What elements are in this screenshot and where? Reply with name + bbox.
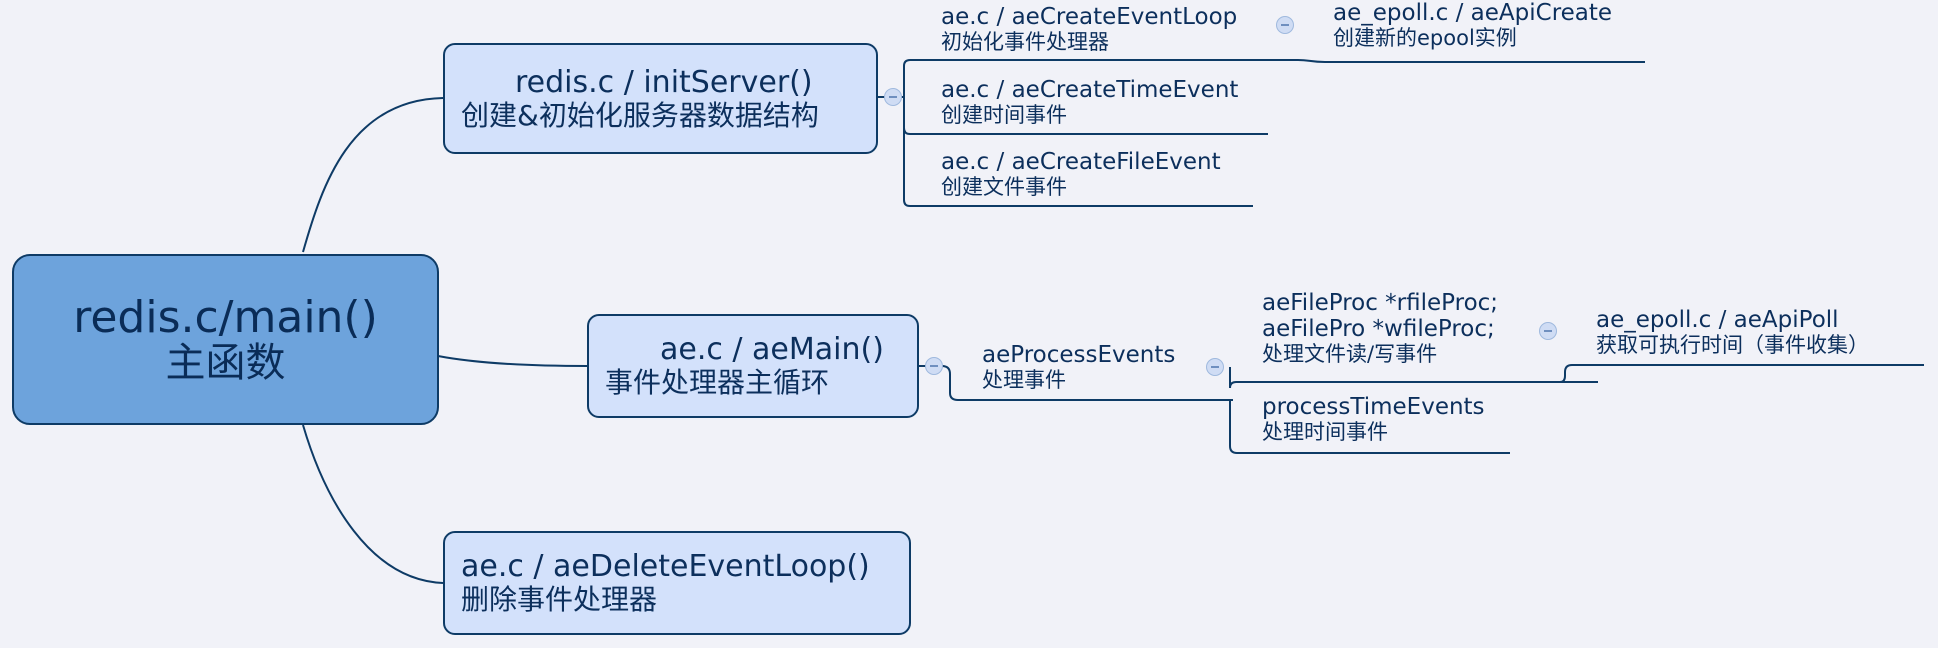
delete-event-loop-subtitle: 删除事件处理器 (461, 583, 658, 616)
root-node[interactable]: redis.c/main() 主函数 (12, 254, 439, 425)
root-title: redis.c/main() (73, 291, 378, 343)
delete-event-loop-title: ae.c / aeDeleteEventLoop() (461, 549, 870, 584)
create-time-event-subtitle: 创建时间事件 (941, 103, 1067, 127)
api-poll-title: ae_epoll.c / aeApiPoll (1596, 307, 1839, 333)
connector-apipoll (1559, 364, 1924, 383)
create-time-event-topic[interactable]: ae.c / aeCreateTimeEvent 创建时间事件 (941, 77, 1238, 127)
create-time-event-title: ae.c / aeCreateTimeEvent (941, 77, 1239, 103)
create-file-event-topic[interactable]: ae.c / aeCreateFileEvent 创建文件事件 (941, 149, 1221, 199)
api-poll-subtitle: 获取可执行时间（事件收集） (1596, 333, 1869, 357)
root-subtitle: 主函数 (165, 339, 286, 386)
api-create-topic[interactable]: ae_epoll.c / aeApiCreate 创建新的epool实例 (1333, 0, 1612, 50)
create-event-loop-title: ae.c / aeCreateEventLoop (941, 4, 1238, 30)
init-server-subtitle: 创建&初始化服务器数据结构 (461, 98, 819, 132)
ae-main-node[interactable]: ae.c / aeMain() 事件处理器主循环 (587, 314, 919, 418)
connector-root-deleteeventloop (302, 424, 444, 584)
api-poll-topic[interactable]: ae_epoll.c / aeApiPoll 获取可执行时间（事件收集） (1596, 307, 1869, 357)
ae-main-subtitle: 事件处理器主循环 (605, 366, 830, 399)
connector-apicreate (1297, 59, 1645, 63)
create-event-loop-subtitle: 初始化事件处理器 (941, 30, 1109, 54)
process-time-events-topic[interactable]: processTimeEvents 处理时间事件 (1262, 394, 1485, 444)
create-event-loop-topic[interactable]: ae.c / aeCreateEventLoop 初始化事件处理器 (941, 4, 1237, 54)
connector-root-initserver (302, 97, 444, 253)
process-time-events-title: processTimeEvents (1262, 394, 1485, 420)
process-time-events-subtitle: 处理时间事件 (1262, 420, 1388, 444)
delete-event-loop-node[interactable]: ae.c / aeDeleteEventLoop() 删除事件处理器 (443, 531, 911, 635)
file-proc-subtitle: 处理文件读/写事件 (1262, 342, 1438, 366)
create-file-event-title: ae.c / aeCreateFileEvent (941, 149, 1221, 175)
collapse-process-events-icon[interactable] (1206, 358, 1224, 376)
file-proc-line1: aeFileProc *rfileProc; (1262, 290, 1499, 316)
collapse-file-proc-icon[interactable] (1539, 322, 1557, 340)
process-events-title: aeProcessEvents (982, 342, 1176, 368)
api-create-subtitle: 创建新的epool实例 (1333, 26, 1517, 50)
api-create-title: ae_epoll.c / aeApiCreate (1333, 0, 1613, 26)
collapse-create-event-loop-icon[interactable] (1276, 16, 1294, 34)
create-file-event-subtitle: 创建文件事件 (941, 175, 1067, 199)
init-server-title: redis.c / initServer() (515, 64, 813, 100)
connector-fileproc (1229, 367, 1598, 389)
collapse-init-server-icon[interactable] (884, 88, 902, 106)
init-server-node[interactable]: redis.c / initServer() 创建&初始化服务器数据结构 (443, 43, 878, 154)
connector-root-aemain (437, 355, 588, 367)
process-events-topic[interactable]: aeProcessEvents 处理事件 (982, 342, 1175, 392)
file-proc-line2: aeFilePro *wfileProc; (1262, 316, 1495, 342)
collapse-ae-main-icon[interactable] (925, 357, 943, 375)
ae-main-title: ae.c / aeMain() (660, 332, 884, 367)
file-proc-topic[interactable]: aeFileProc *rfileProc; aeFilePro *wfileP… (1262, 290, 1498, 366)
process-events-subtitle: 处理事件 (982, 368, 1066, 392)
